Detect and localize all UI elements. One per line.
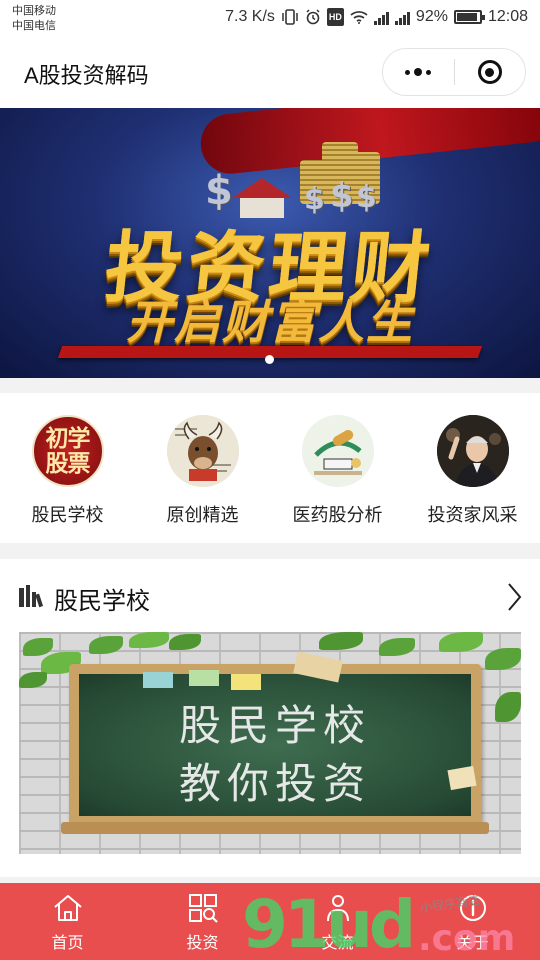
leaf-decoration <box>19 672 47 688</box>
investor-portrait-icon <box>436 415 509 487</box>
battery-percent: 92% <box>415 8 448 25</box>
leaf-decoration <box>495 692 521 722</box>
category-investor-profile[interactable]: 投资家风采 <box>405 393 540 543</box>
hd-icon: HD <box>326 8 344 26</box>
signal-2g-icon <box>394 9 410 25</box>
leaf-decoration <box>89 636 123 654</box>
clock: 12:08 <box>487 8 528 25</box>
category-pharma-analysis[interactable]: 医药股分析 <box>270 393 405 543</box>
carrier-names: 中国移动 中国电信 <box>12 4 56 34</box>
sticky-note <box>231 674 261 690</box>
tab-label: 投资 <box>186 935 219 952</box>
home-icon <box>51 891 85 925</box>
tab-label: 交流 <box>321 935 354 952</box>
icon-caption: 初学股票 <box>45 425 91 477</box>
sticky-note <box>143 672 173 688</box>
mini-program-capsule <box>382 48 526 96</box>
leaf-decoration <box>169 634 201 650</box>
carrier-1: 中国移动 <box>12 5 56 17</box>
tab-about[interactable]: 关于 <box>405 883 540 960</box>
chalkboard-line-2: 教你投资 <box>178 759 371 808</box>
more-dots-icon <box>405 68 432 76</box>
stock-school-section: 股民学校 股民学校 教你投资 <box>0 559 540 877</box>
page-title: A股投资解码 <box>24 63 149 88</box>
chu-xue-gu-piao-icon: 初学股票 <box>31 415 104 487</box>
more-button[interactable] <box>383 48 454 96</box>
leaf-decoration <box>439 632 483 652</box>
leaf-decoration <box>485 648 521 670</box>
category-stock-school[interactable]: 初学股票 股民学校 <box>0 393 135 543</box>
tab-label: 首页 <box>51 935 84 952</box>
banner-subheadline: 开启财富人生 <box>126 295 414 349</box>
leaf-decoration <box>379 638 415 656</box>
sticky-note <box>189 670 219 686</box>
chalkboard: 股民学校 教你投资 <box>79 674 471 816</box>
bull-icon <box>166 415 239 487</box>
leaf-decoration <box>23 638 53 656</box>
target-icon <box>477 60 502 84</box>
bottom-tab-bar: 首页 投资 交流 关于 <box>0 883 540 960</box>
category-grid: 初学股票 股民学校 原创精选 医药股分析 投资家风采 <box>0 393 540 543</box>
tab-label: 关于 <box>456 935 489 952</box>
people-icon <box>321 891 355 925</box>
vibrate-icon <box>281 8 299 26</box>
category-label: 原创精选 <box>166 505 239 525</box>
section-title: 股民学校 <box>54 588 150 615</box>
tab-community[interactable]: 交流 <box>270 883 405 960</box>
status-indicators: 7.3 K/s HD 92% 12:08 <box>225 8 528 26</box>
category-original-picks[interactable]: 原创精选 <box>135 393 270 543</box>
info-icon <box>456 891 490 925</box>
leaf-decoration <box>319 632 363 650</box>
stock-school-banner-image[interactable]: 股民学校 教你投资 <box>19 632 521 854</box>
chalk-tray <box>61 822 489 834</box>
net-speed: 7.3 K/s <box>225 8 275 25</box>
medicine-icon <box>301 415 374 487</box>
battery-icon <box>453 10 485 24</box>
chalkboard-frame: 股民学校 教你投资 <box>69 664 481 826</box>
wifi-icon <box>350 8 368 26</box>
close-mini-program-button[interactable] <box>455 48 526 96</box>
category-label: 投资家风采 <box>427 505 518 525</box>
carrier-2: 中国电信 <box>12 20 56 32</box>
alarm-icon <box>305 8 321 26</box>
category-label: 医药股分析 <box>292 505 383 525</box>
leaf-decoration <box>129 632 169 648</box>
banner-carousel[interactable]: $ $ $ $ 投资理财 开启财富人生 <box>0 108 540 378</box>
signal-4g-icon <box>373 9 389 25</box>
grid-search-icon <box>186 891 220 925</box>
status-bar: 中国移动 中国电信 7.3 K/s HD 92% 12:08 <box>0 0 540 38</box>
section-header: 股民学校 <box>18 581 150 616</box>
bookshelf-icon <box>18 584 46 613</box>
chevron-right-icon[interactable] <box>504 581 524 613</box>
tab-home[interactable]: 首页 <box>0 883 135 960</box>
carousel-indicator-dot[interactable] <box>265 355 274 364</box>
navigation-bar: A股投资解码 <box>0 38 540 108</box>
category-label: 股民学校 <box>31 505 104 525</box>
chalkboard-line-1: 股民学校 <box>178 701 371 750</box>
tab-invest[interactable]: 投资 <box>135 883 270 960</box>
